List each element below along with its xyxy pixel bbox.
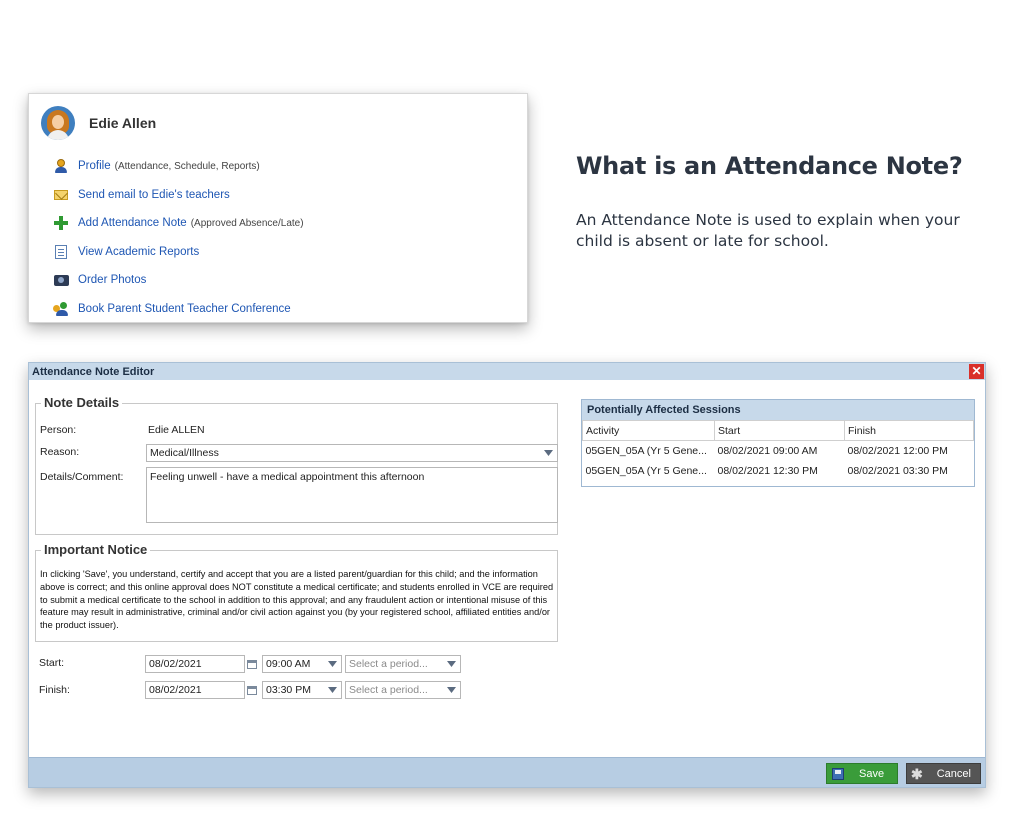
- student-header: Edie Allen: [41, 106, 156, 140]
- menu-item-label[interactable]: Order Photos: [78, 274, 146, 286]
- menu-item-profile[interactable]: Profile (Attendance, Schedule, Reports): [53, 152, 304, 181]
- table-row[interactable]: 05GEN_05A (Yr 5 Gene... 08/02/2021 12:30…: [583, 461, 974, 481]
- menu-item-label[interactable]: Book Parent Student Teacher Conference: [78, 303, 291, 315]
- chevron-down-icon[interactable]: [324, 656, 341, 672]
- table-header-row: Activity Start Finish: [582, 420, 974, 441]
- finish-period-select[interactable]: Select a period...: [345, 681, 461, 699]
- start-date-input[interactable]: 08/02/2021: [145, 655, 245, 673]
- finish-date-value: 08/02/2021: [149, 684, 202, 696]
- menu-item-book-conference[interactable]: Book Parent Student Teacher Conference: [53, 295, 304, 324]
- menu-item-send-email[interactable]: Send email to Edie's teachers: [53, 181, 304, 210]
- affected-sessions-panel: Potentially Affected Sessions Activity S…: [581, 399, 975, 487]
- chevron-down-icon[interactable]: [443, 656, 460, 672]
- cell-activity: 05GEN_05A (Yr 5 Gene...: [585, 464, 707, 477]
- attendance-note-editor: Attendance Note Editor ✕ Note Details Pe…: [28, 362, 986, 788]
- reason-label: Reason:: [40, 446, 80, 458]
- reason-value: Medical/Illness: [150, 447, 219, 459]
- student-name: Edie Allen: [89, 115, 157, 131]
- finish-time-value: 03:30 PM: [266, 684, 311, 696]
- student-menu-card: Edie Allen Profile (Attendance, Schedule…: [28, 93, 528, 323]
- cell-finish: 08/02/2021 03:30 PM: [847, 464, 948, 477]
- details-textarea[interactable]: Feeling unwell - have a medical appointm…: [146, 467, 558, 523]
- student-menu-list: Profile (Attendance, Schedule, Reports) …: [53, 152, 304, 323]
- column-start[interactable]: Start: [714, 420, 845, 441]
- details-value: Feeling unwell - have a medical appointm…: [150, 471, 425, 483]
- save-label: Save: [859, 767, 885, 780]
- finish-label: Finish:: [39, 684, 70, 696]
- chevron-down-icon[interactable]: [324, 682, 341, 698]
- start-time-select[interactable]: 09:00 AM: [262, 655, 342, 673]
- menu-item-label[interactable]: Profile: [78, 160, 111, 172]
- editor-footer: Save ✱ Cancel: [29, 757, 985, 787]
- important-notice-section: Important Notice In clicking 'Save', you…: [35, 542, 558, 642]
- chevron-down-icon[interactable]: [443, 682, 460, 698]
- start-date-value: 08/02/2021: [149, 658, 202, 670]
- start-time-value: 09:00 AM: [266, 658, 311, 670]
- cell-finish: 08/02/2021 12:00 PM: [847, 444, 948, 457]
- start-label: Start:: [39, 657, 65, 669]
- cancel-label: Cancel: [936, 767, 971, 780]
- calendar-icon[interactable]: [244, 681, 260, 699]
- cancel-icon: ✱: [911, 765, 923, 782]
- chevron-down-icon[interactable]: [540, 445, 557, 461]
- reason-select[interactable]: Medical/Illness: [146, 444, 558, 462]
- menu-item-extra: (Attendance, Schedule, Reports): [114, 160, 260, 172]
- plus-icon: [53, 215, 69, 231]
- cell-start: 08/02/2021 09:00 AM: [717, 444, 818, 457]
- close-icon[interactable]: ✕: [969, 364, 984, 379]
- menu-item-order-photos[interactable]: Order Photos: [53, 266, 304, 295]
- cell-start: 08/02/2021 12:30 PM: [717, 464, 818, 477]
- person-label: Person:: [40, 424, 77, 436]
- note-details-legend: Note Details: [41, 395, 123, 410]
- start-period-select[interactable]: Select a period...: [345, 655, 461, 673]
- person-icon: [53, 158, 69, 174]
- floppy-disk-icon: [831, 767, 845, 781]
- save-button[interactable]: Save: [826, 763, 898, 784]
- finish-date-input[interactable]: 08/02/2021: [145, 681, 245, 699]
- column-finish[interactable]: Finish: [844, 420, 974, 441]
- menu-item-label[interactable]: Add Attendance Note: [78, 217, 187, 229]
- avatar: [41, 106, 75, 140]
- important-notice-legend: Important Notice: [41, 542, 151, 557]
- note-details-section: Note Details Person: Edie ALLEN Reason: …: [35, 395, 558, 535]
- group-icon: [53, 301, 69, 317]
- cancel-button[interactable]: ✱ Cancel: [906, 763, 981, 784]
- editor-titlebar: Attendance Note Editor ✕: [29, 363, 985, 380]
- photo-icon: [53, 272, 69, 288]
- editor-title: Attendance Note Editor: [32, 365, 155, 378]
- person-value: Edie ALLEN: [148, 424, 205, 436]
- envelope-icon: [53, 187, 69, 203]
- cell-activity: 05GEN_05A (Yr 5 Gene...: [585, 444, 707, 457]
- affected-sessions-title: Potentially Affected Sessions: [582, 400, 974, 420]
- finish-time-select[interactable]: 03:30 PM: [262, 681, 342, 699]
- important-notice-text: In clicking 'Save', you understand, cert…: [40, 569, 554, 631]
- menu-item-label[interactable]: Send email to Edie's teachers: [78, 189, 230, 201]
- info-description: An Attendance Note is used to explain wh…: [576, 211, 960, 250]
- column-activity[interactable]: Activity: [582, 420, 715, 441]
- info-title: What is an Attendance Note?: [576, 152, 963, 180]
- affected-sessions-table: Activity Start Finish 05GEN_05A (Yr 5 Ge…: [582, 420, 974, 481]
- menu-item-label[interactable]: View Academic Reports: [78, 246, 199, 258]
- calendar-icon[interactable]: [244, 655, 260, 673]
- menu-item-extra: (Approved Absence/Late): [190, 217, 304, 229]
- start-period-placeholder: Select a period...: [349, 658, 428, 670]
- table-row[interactable]: 05GEN_05A (Yr 5 Gene... 08/02/2021 09:00…: [583, 441, 974, 461]
- finish-period-placeholder: Select a period...: [349, 684, 428, 696]
- report-icon: [53, 244, 69, 260]
- details-label: Details/Comment:: [40, 471, 124, 483]
- menu-item-academic-reports[interactable]: View Academic Reports: [53, 238, 304, 267]
- menu-item-add-attendance-note[interactable]: Add Attendance Note (Approved Absence/La…: [53, 209, 304, 238]
